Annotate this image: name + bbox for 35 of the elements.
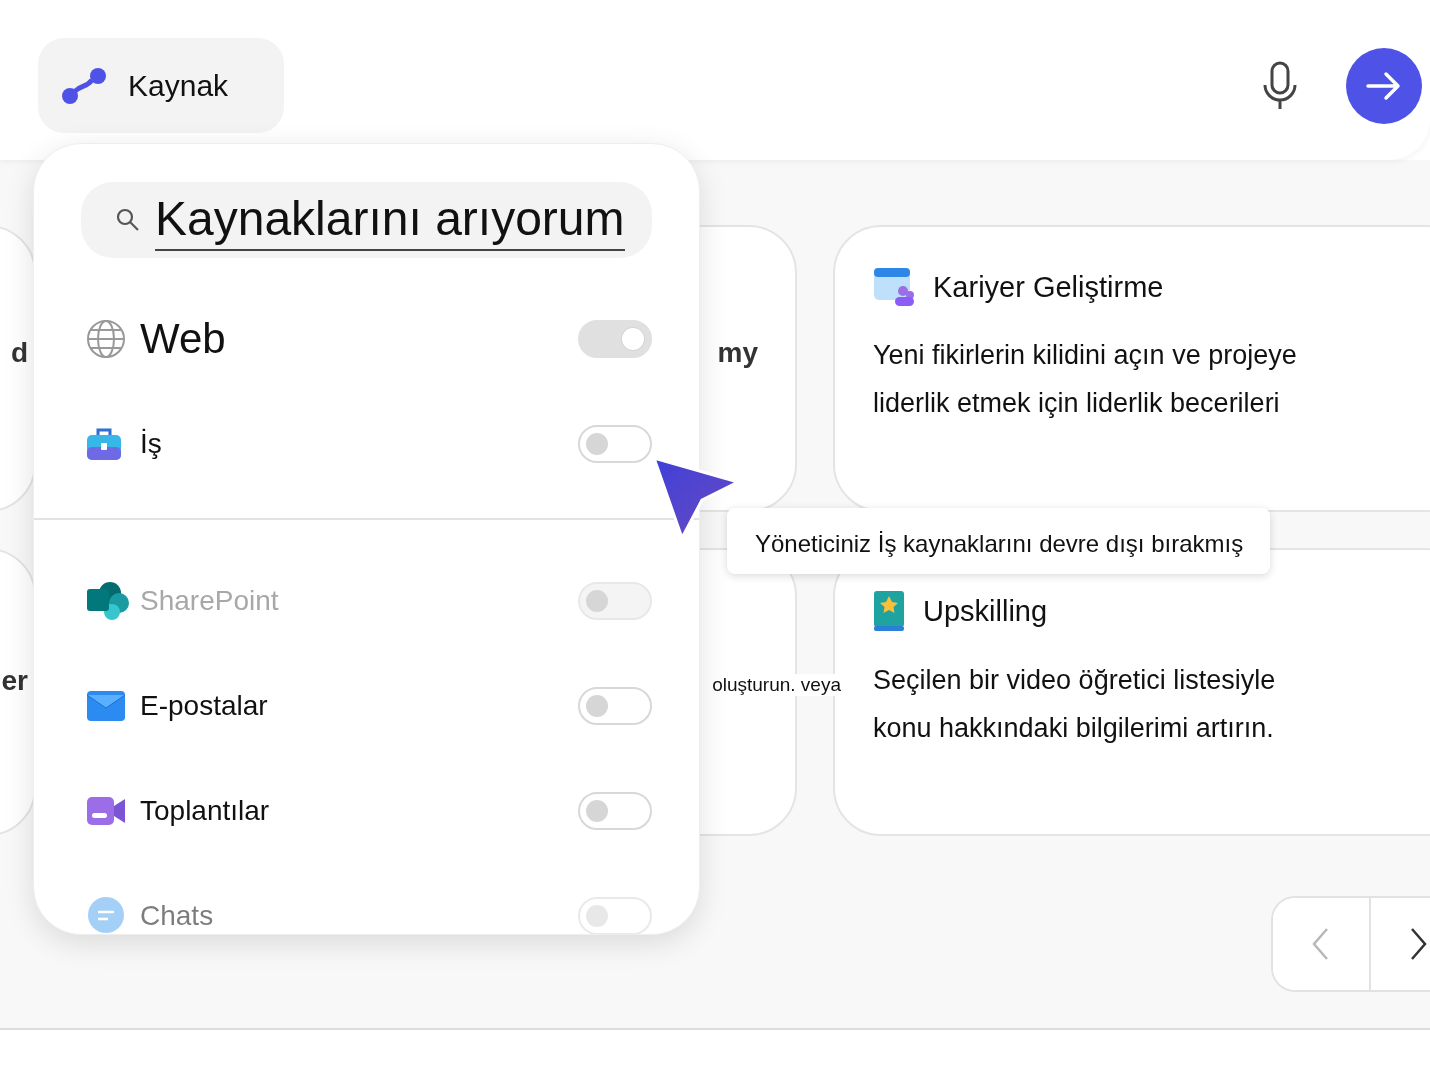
search-icon [115,207,141,233]
source-button[interactable]: Kaynak [38,38,284,133]
card-description: Yeni fikirlerin kilidini açın ve projeye liderlik etmek için liderlik becerileri [873,339,1298,420]
microphone-icon[interactable] [1262,61,1298,111]
card-description: Seçilen bir video öğretici listesiyle konu hakkındaki bilgilerimi artırın. [873,664,1277,745]
prompt-card[interactable]: Kariyer Geliştirme Yeni fikirlerin kilidini açın ve projeye liderlik etmek için liderlik becerileri [833,225,1430,512]
book-star-icon [873,590,905,632]
video-camera-icon [86,795,126,826]
card-title: Kariyer Geliştirme [933,270,1164,304]
toggle-switch[interactable] [578,791,652,830]
card-text: er [1,665,29,697]
toggle-switch[interactable] [578,896,652,934]
tooltip: Yöneticiniz İş kaynaklarını devre dışı bırakmış [727,508,1270,574]
source-label: Chats [140,899,215,932]
chat-icon [86,895,126,934]
source-label: Toplantılar [140,794,271,827]
source-label: SharePoint [140,584,280,617]
calendar-people-icon [873,267,915,307]
search-field[interactable]: Kaynaklarını arıyorum [81,182,652,258]
card-text: my [717,337,759,369]
prompt-card[interactable]: d [0,225,36,512]
toggle-switch[interactable] [578,686,652,725]
briefcase-icon [86,426,122,461]
prompt-card[interactable]: er [0,548,36,836]
card-text: oluşturun. veya [712,674,841,696]
card-title: Upskilling [923,594,1048,628]
connection-icon [60,65,108,106]
source-label: Web [140,314,227,363]
source-label: İş [140,427,163,460]
source-label: E-postalar [140,689,269,722]
card-text: d [10,337,29,369]
toggle-switch[interactable] [578,424,652,463]
globe-icon [86,318,126,359]
mail-icon [86,689,126,722]
overlapping-circles-icon [86,580,130,621]
